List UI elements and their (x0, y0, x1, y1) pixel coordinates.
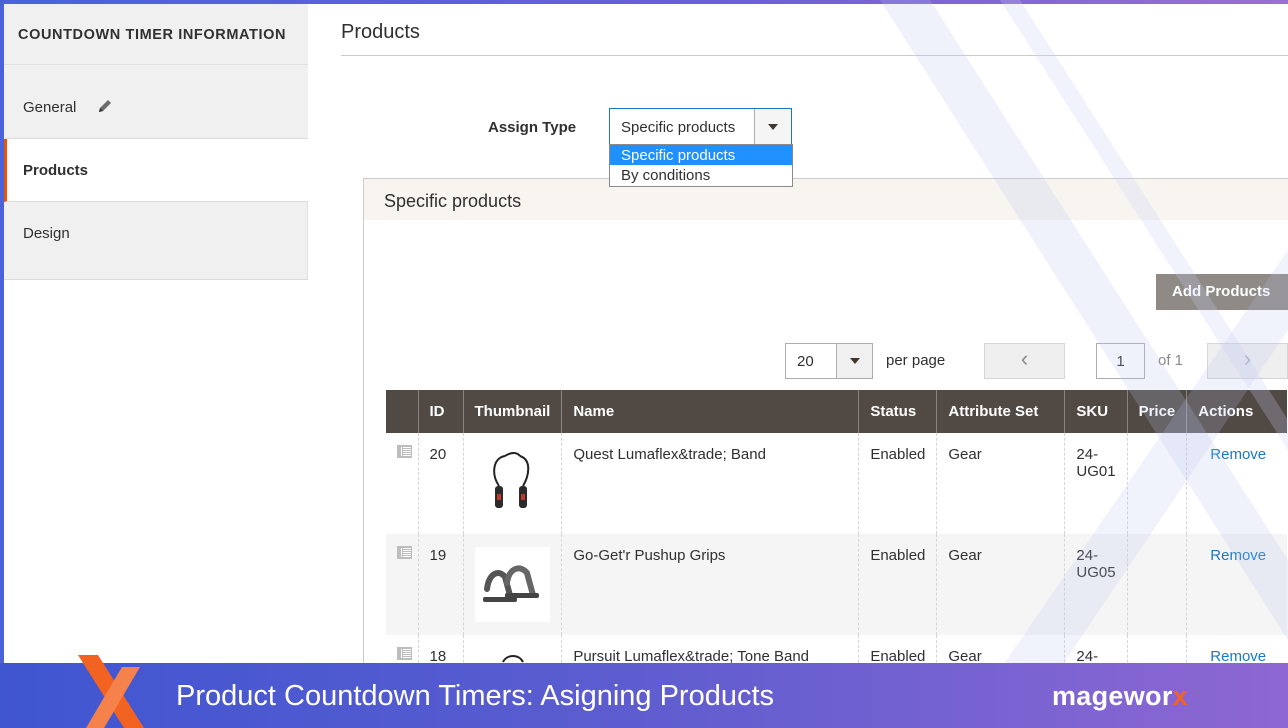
chevron-down-icon (849, 358, 860, 364)
chevron-left-icon: ‹ (1020, 346, 1029, 371)
sidebar-item-design[interactable]: Design (4, 202, 308, 280)
cell-id: 20 (417, 433, 463, 534)
next-page-button[interactable]: › (1207, 343, 1288, 379)
brand-text: magewor (1052, 681, 1173, 711)
cell-price (1126, 433, 1187, 534)
cell-status: Enabled (858, 534, 937, 635)
cell-sku: 24- UG05 (1064, 534, 1128, 635)
grid-header-row: ID Thumbnail Name Status Attribute Set S… (386, 390, 1287, 433)
banner-title: Product Countdown Timers: Asigning Produ… (176, 680, 775, 712)
per-page-toggle[interactable] (836, 344, 872, 378)
assign-type-select[interactable]: Specific products (609, 108, 792, 145)
product-thumbnail (474, 547, 550, 622)
brand-accent-letter: x (1172, 681, 1188, 711)
column-header[interactable]: Status (858, 390, 937, 433)
column-drag (386, 390, 418, 433)
drag-handle-icon (397, 546, 412, 559)
prev-page-button[interactable]: ‹ (984, 343, 1065, 379)
cell-thumbnail (462, 635, 562, 663)
cell-thumbnail (462, 534, 562, 635)
cell-sku: 24- (1064, 635, 1128, 663)
cell-id: 18 (417, 635, 463, 663)
sidebar: COUNTDOWN TIMER INFORMATION General Prod… (4, 4, 308, 280)
option-by-conditions[interactable]: By conditions (610, 165, 792, 185)
assign-type-dropdown[interactable]: Specific products By conditions (609, 144, 793, 187)
column-header[interactable]: Actions (1186, 390, 1287, 433)
column-header[interactable]: Name (561, 390, 859, 433)
cell-actions: Remove (1186, 534, 1287, 635)
column-header[interactable]: Attribute Set (936, 390, 1065, 433)
fieldset-title: Specific products (364, 179, 1288, 220)
cell-id: 19 (417, 534, 463, 635)
remove-link[interactable]: Remove (1210, 648, 1266, 663)
sidebar-item-label: General (23, 99, 77, 116)
cell-actions: Remove (1186, 433, 1287, 534)
chevron-right-icon: › (1243, 346, 1252, 371)
drag-handle-cell[interactable] (386, 433, 418, 534)
video-title-banner: Product Countdown Timers: Asigning Produ… (0, 663, 1288, 728)
cell-status: Enabled (858, 433, 937, 534)
pencil-icon (97, 98, 113, 118)
products-grid: ID Thumbnail Name Status Attribute Set S… (386, 390, 1287, 663)
per-page-value: 20 (797, 353, 814, 370)
page-number-input[interactable]: 1 (1096, 343, 1145, 379)
drag-handle-icon (397, 445, 412, 458)
assign-type-label: Assign Type (488, 119, 577, 136)
specific-products-fieldset: Specific products Add Products 20 per pa… (363, 178, 1288, 663)
add-products-button[interactable]: Add Products (1156, 274, 1288, 310)
sidebar-item-general[interactable]: General (4, 65, 308, 139)
cell-name: Go-Get'r Pushup Grips (561, 534, 859, 635)
main-content: Products Assign Type Specific products S… (341, 4, 1288, 663)
chevron-down-icon (768, 123, 778, 130)
product-thumbnail (474, 446, 550, 521)
sidebar-item-products[interactable]: Products (4, 139, 308, 202)
assign-type-value: Specific products (621, 119, 736, 136)
drag-handle-icon (397, 647, 412, 660)
page-title: Products (341, 4, 1288, 56)
mageworx-logo: mageworx (1052, 681, 1188, 712)
column-header[interactable]: SKU (1064, 390, 1128, 433)
cell-attribute-set: Gear (936, 635, 1065, 663)
cell-price (1126, 534, 1187, 635)
grid-pager: 20 per page ‹ 1 of 1 › (364, 343, 1288, 380)
table-row: 18 Pursuit Lumaflex&trade; Tone Band Ena… (386, 635, 1287, 663)
column-header[interactable]: Price (1126, 390, 1187, 433)
drag-handle-cell[interactable] (386, 635, 418, 663)
sidebar-item-label: Products (23, 162, 89, 179)
cell-attribute-set: Gear (936, 433, 1065, 534)
column-header[interactable]: ID (417, 390, 463, 433)
select-toggle-button[interactable] (754, 109, 791, 144)
total-pages-label: of 1 (1158, 352, 1184, 369)
x-logo-icon (78, 655, 144, 728)
per-page-label: per page (886, 352, 946, 369)
remove-link[interactable]: Remove (1210, 446, 1266, 463)
sidebar-title: COUNTDOWN TIMER INFORMATION (4, 4, 308, 65)
cell-name: Pursuit Lumaflex&trade; Tone Band (561, 635, 859, 663)
cell-name: Quest Lumaflex&trade; Band (561, 433, 859, 534)
cell-sku: 24- UG01 (1064, 433, 1128, 534)
option-specific-products[interactable]: Specific products (610, 145, 792, 165)
sidebar-item-label: Design (23, 225, 70, 242)
cell-attribute-set: Gear (936, 534, 1065, 635)
cell-thumbnail (462, 433, 562, 534)
table-row: 20 Quest Lumaflex&trade; Band Enabled Ge (386, 433, 1287, 534)
remove-link[interactable]: Remove (1210, 547, 1266, 564)
admin-frame: COUNTDOWN TIMER INFORMATION General Prod… (4, 4, 1288, 663)
product-thumbnail (474, 648, 550, 663)
cell-price (1126, 635, 1187, 663)
cell-actions: Remove (1186, 635, 1287, 663)
cell-status: Enabled (858, 635, 937, 663)
per-page-select[interactable]: 20 (785, 343, 873, 379)
column-header[interactable]: Thumbnail (462, 390, 562, 433)
drag-handle-cell[interactable] (386, 534, 418, 635)
table-row: 19 Go-Get'r Pushup Grips Enabled Gear 24… (386, 534, 1287, 635)
